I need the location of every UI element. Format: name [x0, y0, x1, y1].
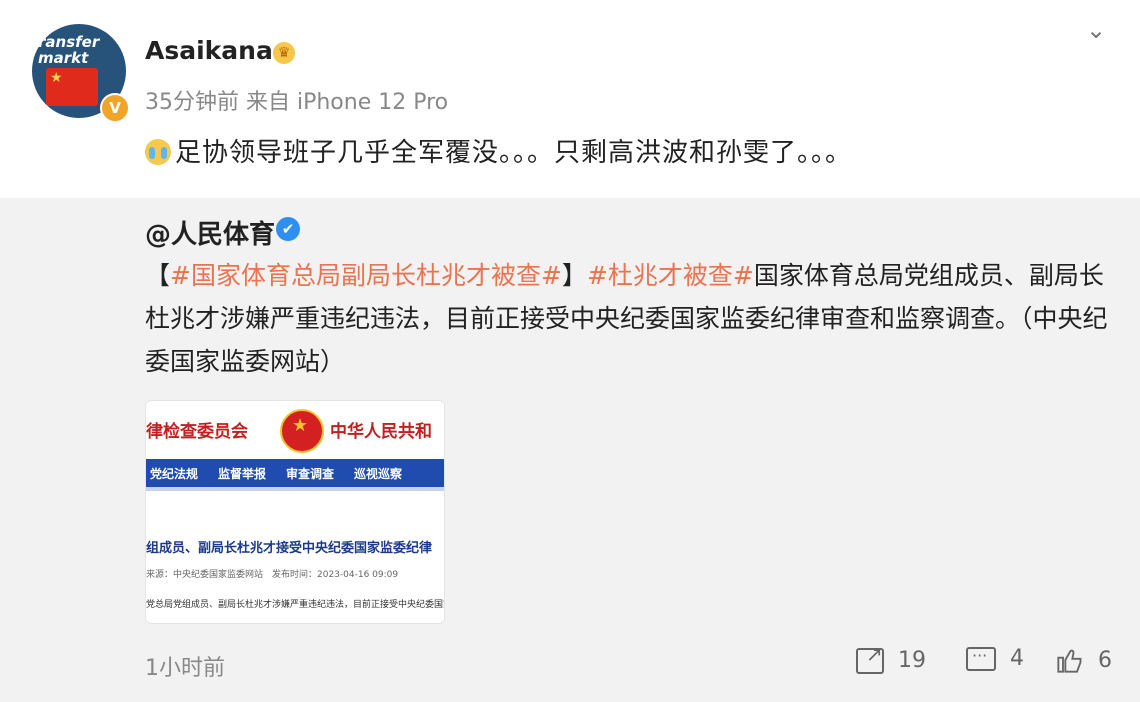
comment-button[interactable]: 4: [966, 646, 1024, 671]
hashtag-link-1[interactable]: #国家体育总局副局长杜兆才被查#: [170, 261, 562, 290]
like-button[interactable]: 6: [1056, 646, 1112, 674]
verified-icon: ✔: [276, 217, 300, 241]
thumbnail-divider: [146, 487, 444, 491]
post-meta: 35分钟前 来自 iPhone 12 Pro: [145, 90, 449, 115]
share-button[interactable]: 19: [856, 642, 926, 674]
post-text: 足协领导班子几乎全军覆没。。。只剩高洪波和孙雯了。。。: [175, 138, 853, 168]
crown-icon: ♛: [273, 42, 295, 64]
bracket-close: 】: [561, 261, 587, 290]
post-content: 足协领导班子几乎全军覆没。。。只剩高洪波和孙雯了。。。: [145, 132, 852, 169]
thumbnail-headline: 组成员、副局长杜兆才接受中央纪委国家监委纪律: [146, 541, 433, 556]
thumbnail-right-title: 中华人民共和: [330, 422, 432, 442]
share-icon: [856, 642, 884, 674]
article-thumbnail[interactable]: 律检查委员会 中华人民共和 党纪法规 监督举报 审查调查 巡视巡察 组成员、副局…: [145, 400, 445, 624]
thumbnail-nav: 党纪法规 监督举报 审查调查 巡视巡察: [146, 459, 444, 487]
share-count: 19: [898, 647, 926, 673]
thumbnail-source: 来源：中央纪委国家监委网站 发布时间：2023-04-16 09:09: [146, 570, 399, 580]
verified-badge: V: [100, 93, 130, 123]
chevron-down-icon[interactable]: ⌄: [1086, 16, 1112, 44]
thumbnail-nav-item: 监督举报: [218, 466, 267, 481]
thumbnail-header: 律检查委员会 中华人民共和: [146, 401, 444, 459]
hashtag-link-2[interactable]: #杜兆才被查#: [587, 261, 754, 290]
thumbnail-nav-item: 党纪法规: [150, 466, 199, 481]
bracket-open: 【: [145, 261, 171, 290]
thumbnail-left-title: 律检查委员会: [146, 422, 248, 442]
thumbnail-body: 党总局党组成员、副局长杜兆才涉嫌严重违纪违法，目前正接受中央纪委国家: [146, 600, 445, 610]
repost-text: 【#国家体育总局副局长杜兆才被查#】#杜兆才被查#国家体育总局党组成员、副局长杜…: [145, 254, 1120, 383]
comment-icon: [966, 646, 996, 671]
like-icon: [1057, 649, 1082, 673]
avatar-text: ransfer markt: [38, 33, 100, 67]
repost-author[interactable]: @人民体育: [145, 214, 275, 251]
like-count: 6: [1098, 647, 1112, 673]
emblem-icon: [280, 409, 324, 453]
flag-icon: ★: [46, 68, 98, 106]
thumbnail-nav-item: 巡视巡察: [354, 466, 403, 481]
thumbnail-nav-item: 审查调查: [286, 466, 335, 481]
username[interactable]: Asaikana: [145, 36, 273, 65]
repost-time[interactable]: 1小时前: [145, 650, 225, 682]
comment-count: 4: [1010, 646, 1024, 671]
cry-emoji-icon: [145, 139, 171, 165]
